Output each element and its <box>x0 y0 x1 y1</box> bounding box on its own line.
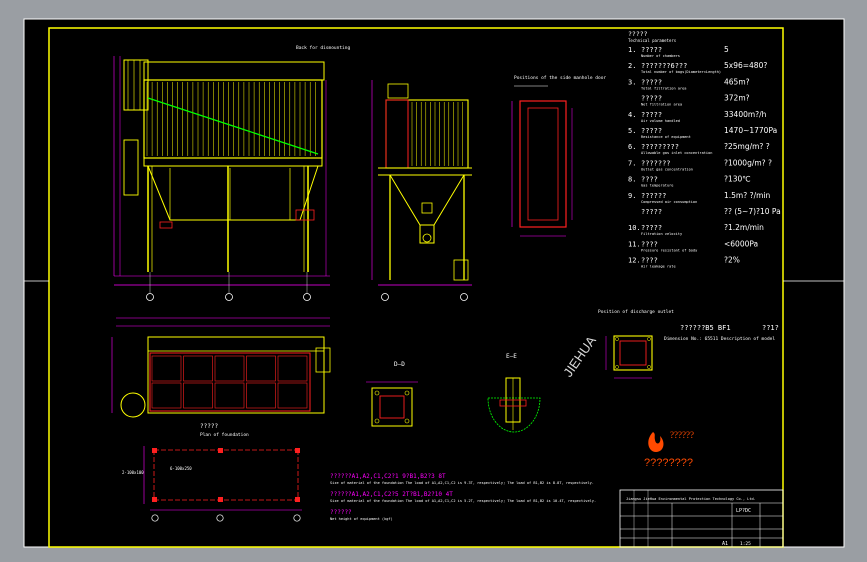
spec-row-num: 8. <box>628 176 636 184</box>
spec-row-num: 6. <box>628 143 636 151</box>
cad-drawing: Back for dismounting Positions of the si… <box>23 18 845 548</box>
spec-row-num: 1. <box>628 46 636 54</box>
spec-row-label: ????? <box>641 127 662 135</box>
spec-row-sub: Resistance of equipment <box>641 135 691 139</box>
model-line2: Dimension No.: 65511 Description of mode… <box>664 336 775 342</box>
spec-row-num: 5. <box>628 127 636 135</box>
spec-row-num: 11. <box>628 240 641 248</box>
svg-text:6-100x250: 6-100x250 <box>170 466 192 471</box>
tb-scale: 1:25 <box>740 541 751 547</box>
section-dd-label: D–D <box>394 361 405 368</box>
spec-row-label: ???? <box>641 257 658 265</box>
section-ee-label: E–E <box>506 353 517 360</box>
note2-sub: Size of material of the foundation The l… <box>330 499 596 503</box>
spec-row-sub: Pressure resistant of body <box>641 248 698 252</box>
note2: ??????A1,A2,C1,C2?5 2T?B1,B2?10 4T <box>330 491 453 498</box>
spec-row-num: 12. <box>628 257 641 265</box>
spec-row-label: ????? <box>641 46 662 54</box>
spec-row-value: <6000Pa <box>724 239 758 248</box>
company-en: ???????? <box>644 457 693 469</box>
spec-row-value: ?25mg/m? ? <box>724 142 770 151</box>
spec-row-label: ????? <box>641 208 662 216</box>
spec-row-num: 4. <box>628 111 636 119</box>
spec-row-value: 1.5m? ?/min <box>724 191 770 200</box>
spec-title: ????? <box>628 30 648 38</box>
discharge-label: Position of discharge outlet <box>598 309 674 315</box>
tb-company: Jiangsu JieHua Environmental Protection … <box>626 497 756 501</box>
tb-code: LP?DC <box>736 508 751 514</box>
spec-row-sub: Air volume handled <box>641 119 680 123</box>
company-cn: ?????? <box>670 430 694 440</box>
spec-row-label: ????????? <box>641 143 679 151</box>
spec-row-sub: Number of chambers <box>641 54 680 58</box>
spec-row-value: ?130℃ <box>724 175 751 184</box>
spec-row-sub: Allowable gas inlet concentration <box>641 151 712 155</box>
note3-sub: Net height of equipment (kgf) <box>330 517 393 521</box>
spec-row-sub: Total number of bags(Diameter×Length) <box>641 70 721 74</box>
tb-sheet: A1 <box>722 541 728 547</box>
side-label: Positions of the side manhole door <box>514 75 606 81</box>
spec-row-sub: Filtration velocity <box>641 232 683 236</box>
spec-row-label: ???? <box>641 176 658 184</box>
spec-row-label: ????? <box>641 111 662 119</box>
plan-label: ????? <box>200 423 218 430</box>
spec-row-sub: Compressed air consumption <box>641 200 697 204</box>
top-label: Back for dismounting <box>296 45 350 51</box>
note1: ??????A1,A2,C1,C2?1 9?B1,B2?3 8T <box>330 473 446 480</box>
spec-row-value: 465m? <box>724 77 750 86</box>
spec-row-num: 7. <box>628 159 636 167</box>
spec-row-num: 2. <box>628 62 636 70</box>
spec-row-sub: Outlet gas concentration <box>641 167 693 171</box>
spec-row-num: 9. <box>628 192 636 200</box>
spec-row-label: ?????? <box>641 192 666 200</box>
spec-row-value: 372m? <box>724 94 750 103</box>
spec-row-label: ????? <box>641 95 662 103</box>
plan-sub: Plan of foundation <box>200 432 249 438</box>
spec-row-sub: Net filtration area <box>641 103 682 107</box>
model-right: ??1? <box>762 324 779 332</box>
spec-row-value: 5 <box>724 45 729 54</box>
spec-row-label: ????? <box>641 224 662 232</box>
spec-row-sub: Air leakage rate <box>641 265 676 269</box>
spec-row-sub: Gas temperature <box>641 184 673 188</box>
note3: ?????? <box>330 509 352 516</box>
svg-text:2-100x100: 2-100x100 <box>122 470 144 475</box>
spec-row-label: ???????6??? <box>641 62 687 70</box>
note1-sub: Size of material of the foundation The l… <box>330 481 594 485</box>
spec-row-value: 33400m?/h <box>724 110 767 119</box>
spec-row-value: 1470~1770Pa <box>724 126 777 135</box>
spec-sub: Technical parameters <box>628 38 677 43</box>
spec-row-label: ???? <box>641 240 658 248</box>
spec-row-num: 10. <box>628 224 641 232</box>
model-line: ??????B5 BF1 <box>680 324 731 332</box>
spec-row-value: ?? (5~7)?10 Pa <box>724 207 781 216</box>
spec-row-label: ????? <box>641 78 662 86</box>
spec-row-num: 3. <box>628 78 636 86</box>
spec-row-sub: Total filtration area <box>641 86 686 90</box>
spec-row-value: ?2% <box>724 256 740 265</box>
spec-row-value: ?1000g/m? ? <box>724 158 772 167</box>
spec-row-value: 5x96=480? <box>724 61 767 70</box>
spec-row-label: ??????? <box>641 159 671 167</box>
spec-row-value: ?1.2m/min <box>724 223 764 232</box>
